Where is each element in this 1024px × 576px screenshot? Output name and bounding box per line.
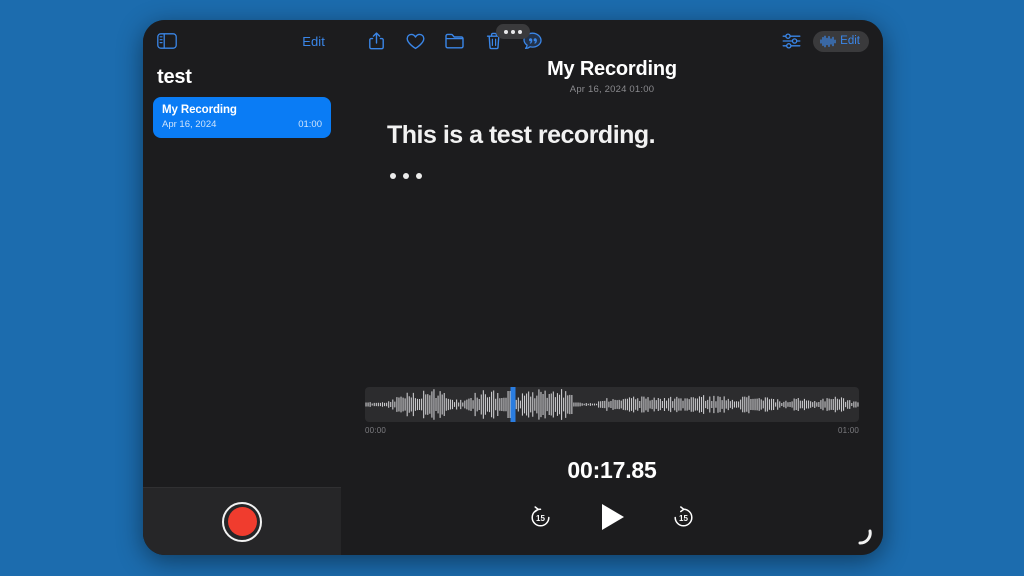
playhead-indicator[interactable] bbox=[510, 387, 516, 422]
recording-date: Apr 16, 2024 bbox=[162, 119, 217, 130]
sidebar: Edit test My Recording Apr 16, 2024 01:0… bbox=[143, 20, 341, 555]
record-button[interactable] bbox=[222, 501, 262, 542]
multitask-dot bbox=[504, 29, 508, 34]
detail-toolbar: Edit bbox=[341, 20, 883, 62]
transcript-area[interactable]: This is a test recording. bbox=[341, 95, 883, 179]
recordings-list: My Recording Apr 16, 2024 01:00 bbox=[143, 97, 341, 138]
waveform-track[interactable] bbox=[365, 387, 859, 422]
waveform-scrubber[interactable]: 00:00 01:00 bbox=[365, 387, 859, 435]
edit-recording-pill[interactable]: Edit bbox=[813, 30, 869, 52]
multitask-handle[interactable] bbox=[496, 24, 530, 39]
sidebar-folder-title: test bbox=[157, 66, 192, 88]
svg-text:15: 15 bbox=[679, 514, 688, 523]
detail-toolbar-right: Edit bbox=[782, 30, 869, 52]
play-icon[interactable] bbox=[596, 501, 628, 533]
ellipsis-dot bbox=[390, 172, 396, 179]
detail-pane: Edit My Recording Apr 16, 2024 01:00 Thi… bbox=[341, 20, 883, 555]
window-resize-handle[interactable] bbox=[854, 529, 872, 547]
recording-meta: Apr 16, 2024 01:00 bbox=[162, 119, 322, 130]
recording-name: My Recording bbox=[162, 104, 237, 116]
waveform-graphic bbox=[365, 389, 859, 420]
page-title: My Recording bbox=[547, 58, 677, 80]
end-time-label: 01:00 bbox=[837, 426, 859, 435]
playback-controls: 15 15 bbox=[341, 501, 883, 533]
detail-header: My Recording Apr 16, 2024 01:00 bbox=[341, 58, 883, 95]
record-bar bbox=[143, 487, 341, 555]
voice-memos-window: Edit test My Recording Apr 16, 2024 01:0… bbox=[143, 20, 883, 555]
edit-pill-label: Edit bbox=[840, 35, 860, 47]
transcript-text: This is a test recording. bbox=[387, 121, 656, 149]
waveform-icon bbox=[820, 35, 836, 48]
heart-icon[interactable] bbox=[406, 32, 425, 51]
ellipsis-dot bbox=[403, 172, 409, 179]
record-dot-icon bbox=[227, 507, 257, 536]
start-time-label: 00:00 bbox=[365, 426, 387, 435]
sidebar-edit-button[interactable]: Edit bbox=[302, 34, 325, 49]
playback-panel: 00:00 01:00 00:17.85 15 15 bbox=[341, 387, 883, 555]
list-item[interactable]: My Recording Apr 16, 2024 01:00 bbox=[153, 97, 331, 138]
recording-subtitle: Apr 16, 2024 01:00 bbox=[569, 84, 655, 95]
sidebar-toggle-icon[interactable] bbox=[156, 32, 178, 50]
skip-back-15-icon[interactable]: 15 bbox=[529, 505, 552, 529]
folder-icon[interactable] bbox=[445, 32, 464, 51]
recording-duration: 01:00 bbox=[298, 119, 322, 130]
audio-settings-icon[interactable] bbox=[782, 32, 801, 51]
ellipsis-dot bbox=[416, 172, 422, 179]
current-time-display: 00:17.85 bbox=[567, 457, 657, 483]
skip-forward-15-icon[interactable]: 15 bbox=[672, 505, 695, 529]
sidebar-toolbar: Edit bbox=[143, 20, 341, 62]
waveform-time-labels: 00:00 01:00 bbox=[365, 426, 859, 435]
multitask-dot bbox=[518, 29, 522, 34]
multitask-dot bbox=[511, 29, 515, 34]
svg-text:15: 15 bbox=[536, 514, 545, 523]
desktop-background: Edit test My Recording Apr 16, 2024 01:0… bbox=[0, 0, 1024, 576]
share-icon[interactable] bbox=[367, 32, 386, 51]
transcript-ellipsis-icon bbox=[387, 172, 843, 179]
